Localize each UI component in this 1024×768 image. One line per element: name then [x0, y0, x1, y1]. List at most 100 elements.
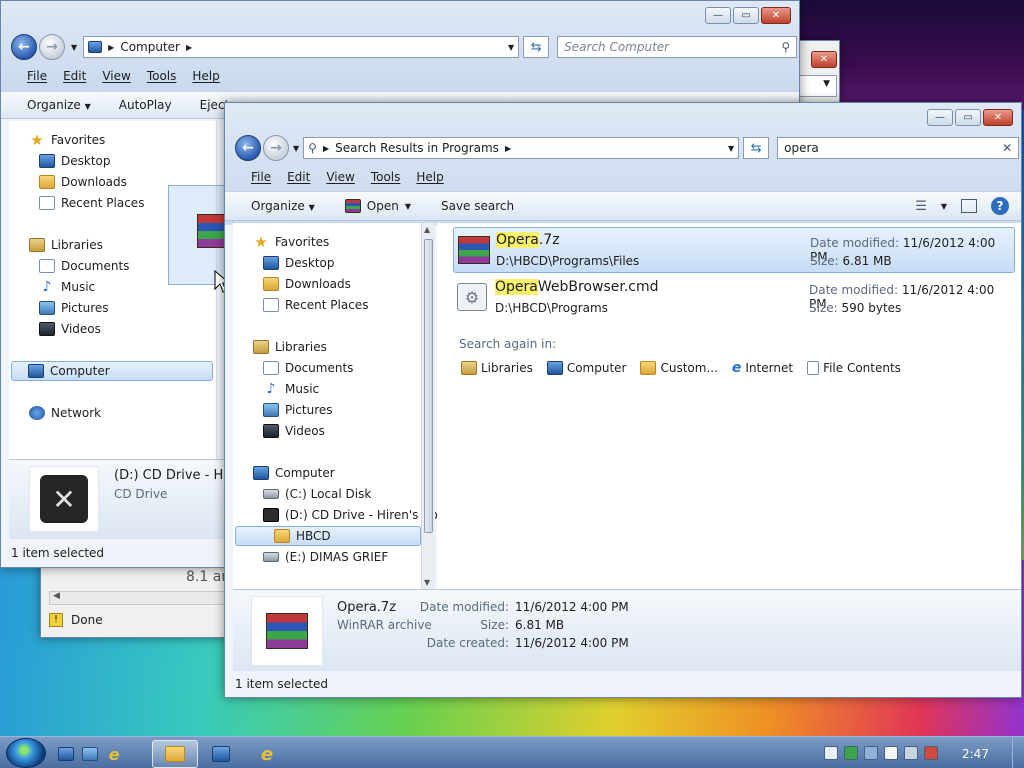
minimize-button[interactable]: —	[927, 109, 953, 126]
nav-libraries[interactable]: Libraries	[29, 238, 103, 252]
breadcrumb-computer[interactable]: Computer	[120, 40, 180, 54]
change-view-icon[interactable]: ☰	[915, 199, 927, 214]
nav-desktop[interactable]: Desktop	[39, 154, 111, 168]
view-controls: ☰ ▼ ?	[915, 197, 1021, 215]
nav-network[interactable]: Network	[29, 406, 101, 420]
scroll-down-icon[interactable]: ▼	[424, 578, 430, 587]
menu-help[interactable]: Help	[416, 170, 443, 184]
menu-help[interactable]: Help	[192, 69, 219, 83]
menu-edit[interactable]: Edit	[287, 170, 310, 184]
nav-favorites[interactable]: ★ Favorites	[253, 235, 329, 250]
search-input[interactable]: opera ✕	[777, 137, 1020, 159]
scroll-left-icon[interactable]: ◀	[53, 591, 60, 601]
taskbar-computer-button[interactable]	[198, 740, 244, 768]
menu-tools[interactable]: Tools	[147, 69, 177, 83]
maximize-button[interactable]: ▭	[733, 7, 759, 24]
nav-downloads[interactable]: Downloads	[263, 277, 351, 291]
display-icon[interactable]	[864, 746, 878, 760]
result-item[interactable]: Opera.7z D:\HBCD\Programs\Files Date mod…	[453, 227, 1015, 273]
close-button[interactable]: ✕	[761, 7, 791, 24]
action-center-flag-icon[interactable]	[884, 746, 898, 760]
system-tray	[824, 746, 938, 760]
nav-computer[interactable]: Computer	[253, 466, 335, 480]
back-button[interactable]: ←	[235, 135, 261, 161]
menu-edit[interactable]: Edit	[63, 69, 86, 83]
nav-desktop[interactable]: Desktop	[263, 256, 335, 270]
nav-downloads[interactable]: Downloads	[39, 175, 127, 189]
search-again-file-contents[interactable]: File Contents	[807, 361, 901, 375]
nav-videos[interactable]: Videos	[263, 424, 325, 438]
address-bar[interactable]: ▶ Computer ▶ ▼	[83, 36, 520, 58]
nav-music[interactable]: ♪ Music	[39, 280, 96, 294]
menu-view[interactable]: View	[102, 69, 130, 83]
nav-documents[interactable]: Documents	[263, 361, 353, 375]
menu-file[interactable]: File	[27, 69, 47, 83]
organize-button[interactable]: Organize ▼	[251, 199, 315, 213]
forward-button[interactable]: →	[263, 135, 289, 161]
address-dropdown-icon[interactable]: ▼	[728, 144, 734, 153]
result-item[interactable]: ⚙ OperaWebBrowser.cmd D:\HBCD\Programs D…	[453, 275, 1015, 321]
nav-computer[interactable]: Computer	[11, 361, 213, 381]
search-again-libraries[interactable]: Libraries	[461, 361, 533, 375]
help-icon[interactable]: ?	[991, 197, 1009, 215]
nav-documents[interactable]: Documents	[39, 259, 129, 273]
volume-muted-icon[interactable]	[924, 746, 938, 760]
internet-explorer-quicklaunch[interactable]: e	[104, 740, 124, 768]
preview-pane-icon[interactable]	[961, 199, 977, 213]
address-bar[interactable]: ⚲ ▶ Search Results in Programs ▶ ▼	[303, 137, 740, 159]
back-button[interactable]: ←	[11, 34, 37, 60]
recent-pages-icon[interactable]: ▼	[293, 144, 299, 153]
organize-button[interactable]: Organize ▼	[27, 98, 91, 112]
search-input[interactable]: Search Computer ⚲	[557, 36, 798, 58]
security-icon[interactable]	[844, 746, 858, 760]
scroll-up-icon[interactable]: ▲	[424, 225, 430, 234]
nav-local-disk[interactable]: (C:) Local Disk	[263, 487, 371, 501]
refresh-button[interactable]: ⇆	[743, 137, 770, 159]
address-dropdown-icon[interactable]: ▼	[508, 43, 514, 52]
maximize-button[interactable]: ▭	[955, 109, 981, 126]
show-desktop-quicklaunch[interactable]	[56, 740, 76, 768]
nav-usb-drive[interactable]: (E:) DIMAS GRIEF	[263, 550, 388, 564]
nav-libraries[interactable]: Libraries	[253, 340, 327, 354]
nav-favorites[interactable]: ★ Favorites	[29, 133, 105, 148]
clear-search-icon[interactable]: ✕	[1002, 141, 1012, 155]
close-button[interactable]: ✕	[983, 109, 1013, 126]
nav-scrollbar[interactable]: ▲ ▼	[421, 223, 435, 589]
taskbar-ie-button[interactable]: e	[244, 740, 290, 768]
minimize-button[interactable]: —	[705, 7, 731, 24]
clipboard-icon[interactable]	[824, 746, 838, 760]
menu-file[interactable]: File	[251, 170, 271, 184]
autoplay-button[interactable]: AutoPlay	[119, 98, 172, 112]
nav-cd-drive[interactable]: (D:) CD Drive - Hiren's Boo	[263, 508, 445, 522]
nav-hbcd[interactable]: HBCD	[235, 526, 421, 546]
breadcrumb-search-results[interactable]: Search Results in Programs	[335, 141, 499, 155]
nav-videos[interactable]: Videos	[39, 322, 101, 336]
scroll-thumb[interactable]	[424, 239, 433, 533]
forward-button[interactable]: →	[39, 34, 65, 60]
view-dropdown-icon[interactable]: ▼	[941, 202, 947, 211]
dropdown[interactable]: ▼	[799, 75, 837, 97]
switch-windows-quicklaunch[interactable]	[80, 740, 100, 768]
refresh-button[interactable]: ⇆	[523, 36, 550, 58]
show-desktop-button[interactable]	[1012, 737, 1024, 768]
search-again-internet[interactable]: e Internet	[732, 360, 793, 376]
nav-pictures[interactable]: Pictures	[39, 301, 109, 315]
search-again-custom[interactable]: Custom...	[640, 361, 718, 375]
search-icon[interactable]: ⚲	[781, 40, 790, 54]
nav-recent-places[interactable]: Recent Places	[39, 196, 144, 210]
save-search-button[interactable]: Save search	[441, 199, 514, 213]
clock[interactable]: 2:47	[962, 747, 989, 761]
taskbar-explorer-button[interactable]	[152, 740, 198, 768]
nav-music[interactable]: ♪ Music	[263, 382, 320, 396]
network-tray-icon[interactable]	[904, 746, 918, 760]
horizontal-scrollbar[interactable]: ◀	[49, 591, 229, 605]
start-button[interactable]	[6, 738, 46, 768]
nav-recent-places[interactable]: Recent Places	[263, 298, 368, 312]
recent-pages-icon[interactable]: ▼	[71, 43, 77, 52]
menu-tools[interactable]: Tools	[371, 170, 401, 184]
menu-view[interactable]: View	[326, 170, 354, 184]
search-again-computer[interactable]: Computer	[546, 361, 626, 375]
nav-pictures[interactable]: Pictures	[263, 403, 333, 417]
close-button[interactable]: ✕	[811, 51, 837, 68]
open-button[interactable]: Open ▼	[344, 199, 411, 213]
